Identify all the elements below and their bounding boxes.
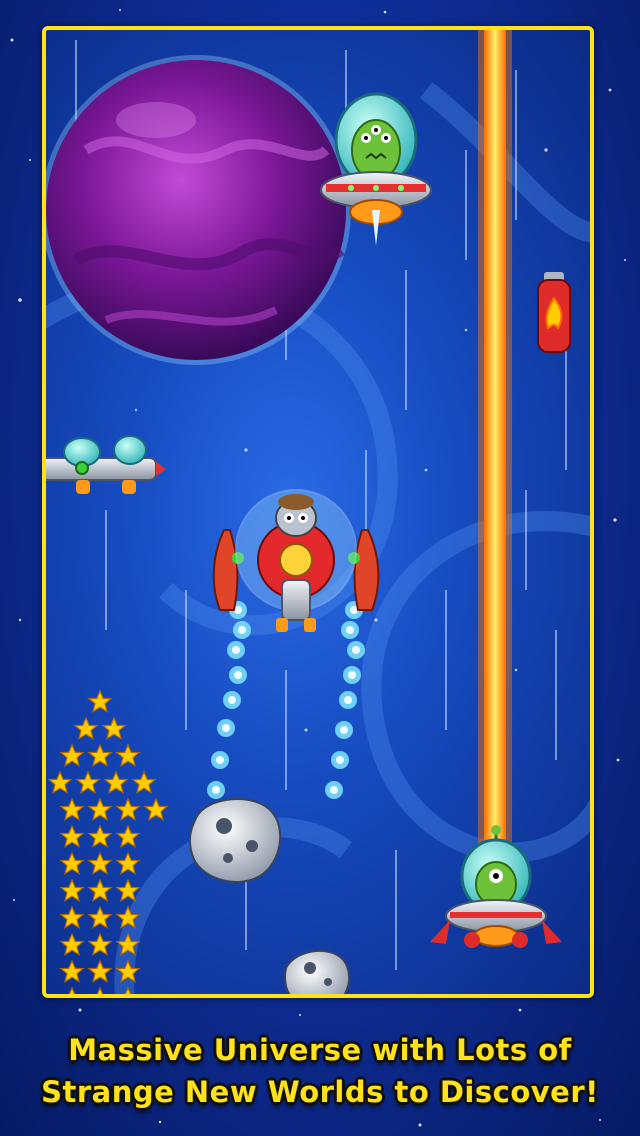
game-viewport[interactable]	[42, 26, 594, 998]
fire-extinguisher-powerup-icon[interactable]	[537, 272, 571, 353]
star-icon[interactable]	[74, 717, 98, 740]
star-icon[interactable]	[60, 825, 84, 848]
star-icon[interactable]	[88, 906, 112, 929]
sheep-spaceship-icon[interactable]	[207, 489, 380, 799]
star-icon[interactable]	[102, 717, 126, 740]
star-icon[interactable]	[60, 933, 84, 956]
star-icon[interactable]	[144, 798, 168, 821]
star-icon[interactable]	[88, 933, 112, 956]
star-icon[interactable]	[104, 771, 128, 794]
star-icon[interactable]	[88, 987, 112, 994]
star-icon[interactable]	[116, 852, 140, 875]
laser-beam-icon	[478, 30, 512, 850]
star-icon[interactable]	[88, 852, 112, 875]
purple-planet	[46, 55, 351, 365]
star-icon[interactable]	[48, 771, 72, 794]
star-icon[interactable]	[88, 825, 112, 848]
star-icon[interactable]	[60, 906, 84, 929]
star-icon[interactable]	[88, 879, 112, 902]
star-icon[interactable]	[76, 771, 100, 794]
star-icon[interactable]	[60, 852, 84, 875]
star-icon[interactable]	[60, 987, 84, 994]
star-icon[interactable]	[132, 771, 156, 794]
star-icon[interactable]	[116, 825, 140, 848]
caption-line-2: Strange New Worlds to Discover!	[41, 1075, 599, 1109]
star-icon[interactable]	[88, 690, 112, 713]
gold-star-collectibles[interactable]	[48, 690, 168, 994]
star-icon[interactable]	[116, 798, 140, 821]
star-icon[interactable]	[88, 960, 112, 983]
star-icon[interactable]	[88, 744, 112, 767]
twin-pod-ship-icon[interactable]	[46, 435, 166, 494]
star-icon[interactable]	[60, 744, 84, 767]
star-icon[interactable]	[116, 744, 140, 767]
star-icon[interactable]	[88, 798, 112, 821]
star-icon[interactable]	[60, 960, 84, 983]
star-icon[interactable]	[60, 798, 84, 821]
asteroid-icon[interactable]	[284, 950, 351, 994]
star-icon[interactable]	[60, 879, 84, 902]
caption-line-1: Massive Universe with Lots of	[68, 1033, 572, 1067]
asteroid-icon[interactable]	[188, 798, 282, 883]
